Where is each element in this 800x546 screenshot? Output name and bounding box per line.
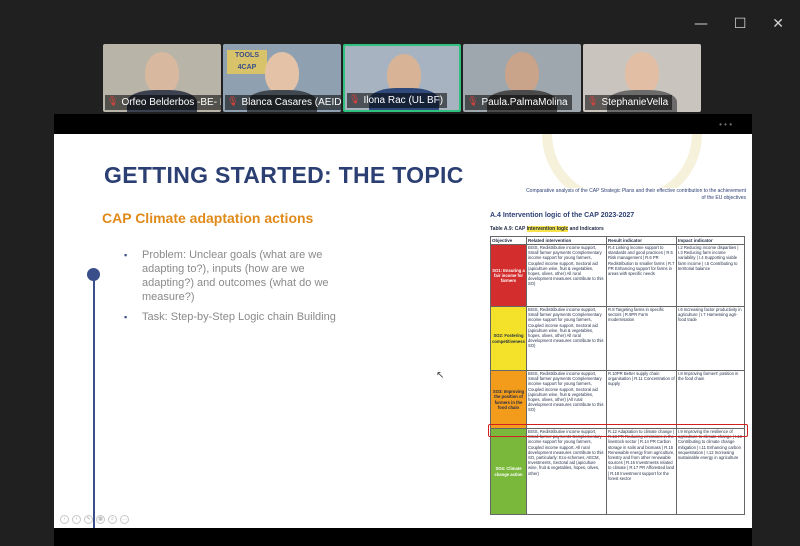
objective-cell: SO3: Improving the position of farmers i… (490, 370, 527, 429)
table-row: SO3: Improving the position of farmers i… (490, 370, 745, 429)
participant-name: Orfeo Belderbos -BE- F... (121, 97, 221, 108)
intervention-cell: BISS, Redistributive income support, Sma… (526, 306, 607, 371)
table-row: SO2: Fostering competitiveness BISS, Red… (490, 306, 745, 371)
bullet-item: Problem: Unclear goals (what are we adap… (124, 248, 344, 304)
intervention-logic-table: Objective Related intervention Result in… (490, 236, 745, 515)
participant-name-label: 🎙︎ Ilona Rac (UL BF) (347, 93, 448, 108)
mic-muted-icon: 🎙︎ (349, 95, 361, 105)
maximize-button[interactable]: ☐ (734, 14, 747, 34)
objective-cell: SO1: Ensuring a fair income for farmers (490, 244, 527, 307)
next-slide-icon[interactable]: › (72, 515, 81, 524)
table-row: SO4: Climate change action BISS, Redistr… (490, 428, 745, 515)
timeline-line (93, 279, 95, 528)
participant-head (505, 52, 539, 94)
mic-muted-icon: 🎙︎ (467, 97, 479, 107)
mic-muted-icon: 🎙︎ (227, 97, 239, 107)
document-section-title: A.4 Intervention logic of the CAP 2023-2… (490, 212, 635, 219)
intervention-cell: BISS, Redistributive income support, Sma… (526, 370, 607, 429)
document-header: Comparative analysis of the CAP Strategi… (526, 188, 746, 201)
participant-head (625, 52, 659, 94)
impact-cell: I.2 Reducing income disparities | I.3 Re… (676, 244, 745, 307)
presentation-toolbar: ‹ › ✎ ▦ ⌕ … (60, 515, 129, 524)
shared-slide: GETTING STARTED: THE TOPIC CAP Climate a… (54, 134, 752, 528)
minimize-button[interactable]: — (694, 14, 708, 34)
participant-name: Ilona Rac (UL BF) (363, 95, 444, 106)
impact-cell: I.9 Improving the resilience of agricult… (676, 428, 745, 515)
participant-tile[interactable]: 🎙︎Orfeo Belderbos -BE- F... (103, 44, 221, 112)
participant-name: Paula.PalmaMolina (481, 97, 568, 108)
slide-title: GETTING STARTED: THE TOPIC (104, 162, 464, 188)
participant-video-strip: 🎙︎Orfeo Belderbos -BE- F...TOOLS 4CAP🎙︎B… (103, 44, 701, 112)
participant-name-label: 🎙︎ Blanca Casares (AEIDL) (225, 95, 341, 110)
participant-name-label: 🎙︎ StephanieVella (585, 95, 673, 110)
slide-top-band: • • • (54, 114, 752, 134)
participant-head (145, 52, 179, 94)
intervention-cell: BISS, Redistributive income support, Sma… (526, 428, 607, 515)
table-caption-post: and Indicators (568, 226, 604, 232)
participant-name: StephanieVella (601, 97, 669, 108)
objective-cell: SO2: Fostering competitiveness (490, 306, 527, 371)
result-cell: R.10PR Better supply chain organisation … (606, 370, 677, 429)
window-controls: — ☐ ✕ (690, 14, 800, 34)
tools4cap-logo: TOOLS 4CAP (227, 50, 267, 74)
participant-name-label: 🎙︎ Paula.PalmaMolina (465, 95, 572, 110)
impact-cell: I.8 Improving farmers' position in the f… (676, 370, 745, 429)
table-row: SO1: Ensuring a fair income for farmers … (490, 244, 745, 307)
participant-name-label: 🎙︎Orfeo Belderbos -BE- F... (105, 95, 221, 110)
bullet-item: Task: Step-by-Step Logic chain Building (124, 310, 344, 324)
table-caption-highlight: Intervention logic (526, 226, 569, 232)
result-cell: R.8 Targeting farms in specific sectors … (606, 306, 677, 371)
slide-subtitle: CAP Climate adaptation actions (102, 210, 314, 226)
column-header: Impact indicator (676, 236, 745, 245)
zoom-icon[interactable]: ⌕ (108, 515, 117, 524)
column-header: Related intervention (526, 236, 607, 245)
objective-cell: SO4: Climate change action (490, 428, 527, 515)
slide-bottom-band (54, 528, 752, 546)
more-options-icon[interactable]: … (120, 515, 129, 524)
participant-tile[interactable]: TOOLS 4CAP 🎙︎ Blanca Casares (AEIDL) (223, 44, 341, 112)
bullet-list: Problem: Unclear goals (what are we adap… (124, 248, 344, 330)
mic-muted-icon: 🎙︎ (587, 97, 599, 107)
participant-tile[interactable]: 🎙︎ StephanieVella (583, 44, 701, 112)
participant-name: Blanca Casares (AEIDL) (241, 97, 341, 108)
mouse-cursor-icon: ↖ (436, 370, 445, 381)
prev-slide-icon[interactable]: ‹ (60, 515, 69, 524)
result-cell: R.12 Adaptation to climate change | R.13… (606, 428, 677, 515)
participant-head (265, 52, 299, 94)
table-caption: Table A.9: CAP Intervention logic and In… (490, 226, 604, 232)
document-excerpt: Comparative analysis of the CAP Strategi… (488, 188, 748, 518)
result-cell: R.4 Linking income support to standards … (606, 244, 677, 307)
table-caption-pre: Table A.9: CAP (490, 226, 527, 232)
intervention-cell: BISS, Redistributive income support, Sma… (526, 244, 607, 307)
impact-cell: I.6 Increasing factor productivity in ag… (676, 306, 745, 371)
more-icon[interactable]: • • • (719, 120, 732, 129)
column-header: Objective (490, 236, 527, 245)
highlight-annotation-box (488, 424, 748, 437)
pen-icon[interactable]: ✎ (84, 515, 93, 524)
participant-tile[interactable]: 🎙︎ Ilona Rac (UL BF) (343, 44, 461, 112)
column-header: Result indicator (606, 236, 677, 245)
mic-muted-icon: 🎙︎ (107, 97, 119, 107)
close-button[interactable]: ✕ (772, 14, 784, 34)
participant-tile[interactable]: 🎙︎ Paula.PalmaMolina (463, 44, 581, 112)
grid-icon[interactable]: ▦ (96, 515, 105, 524)
